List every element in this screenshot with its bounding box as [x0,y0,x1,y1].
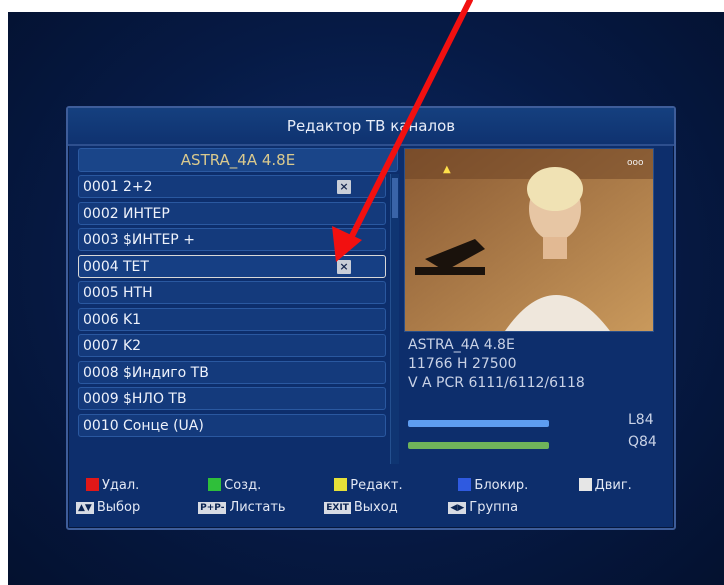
leftright-key-icon: ◀▶ [448,502,467,514]
channel-logo-icon: ooo [627,158,644,168]
exit-key-icon: EXIT [324,502,351,514]
legend-group[interactable]: ◀▶ Группа [448,500,518,515]
channel-number: 0008 [83,364,119,381]
channel-name: K1 [123,311,142,328]
legend-delete-label: Удал. [102,478,140,493]
signal-level-label: L84 [628,412,654,428]
legend-select-label: Выбор [96,500,141,515]
channel-number: 0010 [83,417,119,434]
warning-icon: ▲ [443,164,451,175]
channel-number: 0001 [83,179,119,195]
legend-select[interactable]: ▲▼ Выбор [76,500,194,515]
legend-exit[interactable]: EXIT Выход [324,500,444,515]
channel-name: ИНТЕР [123,205,170,222]
channel-editor-window: Редактор ТВ каналов ASTRA_4A 4.8E 0001 2+… [66,106,676,530]
channel-name: $ИНТЕР + [123,232,195,248]
signal-quality-label: Q84 [628,434,657,450]
delete-mark-icon: × [337,259,351,274]
channel-name: НТН [123,285,153,301]
tv-screen: Редактор ТВ каналов ASTRA_4A 4.8E 0001 2+… [8,12,724,585]
updown-key-icon: ▲▼ [76,502,94,514]
legend-row-nav: ▲▼ Выбор P+P- Листать EXIT Выход ◀▶ Группа [76,500,518,515]
channel-name: TET [123,258,149,275]
channel-number: 0006 [83,311,119,328]
legend-move-label: Двиг. [594,478,632,493]
window-title: Редактор ТВ каналов [68,108,674,146]
legend-page[interactable]: P+P- Листать [198,500,320,515]
channel-row[interactable]: 0002 ИНТЕР [78,201,386,225]
legend-edit-label: Редакт. [350,478,403,493]
channel-row[interactable]: 0004 TET × [78,254,386,278]
channel-number: 0007 [83,338,119,354]
legend-edit[interactable]: Редакт. [334,478,454,493]
channel-name: K2 [123,338,142,354]
channel-row[interactable]: 0006 K1 [78,307,386,331]
signal-quality-bar [408,442,550,449]
red-key-icon [86,478,99,491]
channel-row[interactable]: 0003 $ИНТЕР + [78,228,386,251]
legend-block[interactable]: Блокир. [458,478,574,493]
white-key-icon [578,478,592,491]
legend-move[interactable]: Двиг. [578,478,632,493]
info-pids: V A PCR 6111/6112/6118 [408,375,585,391]
legend-exit-label: Выход [353,500,398,515]
channel-number: 0009 [83,391,119,407]
video-preview: ▲ ooo [404,148,654,332]
channel-row[interactable]: 0001 2+2 × [78,175,386,198]
channel-scrollbar[interactable] [390,174,399,464]
scrollbar-thumb[interactable] [392,178,398,218]
legend-page-label: Листать [229,500,286,515]
channel-name: 2+2 [123,179,153,195]
info-frequency: 11766 H 27500 [408,356,517,372]
channel-number: 0005 [83,285,119,301]
blue-key-icon [458,478,472,491]
channel-row[interactable]: 0005 НТН [78,281,386,304]
channel-number: 0004 [83,258,119,275]
delete-mark-icon: × [337,180,351,194]
legend-block-label: Блокир. [474,478,529,493]
legend-group-label: Группа [469,500,519,515]
channel-name: Сонце (UA) [123,417,204,434]
legend-create-label: Созд. [224,478,262,493]
info-satellite: ASTRA_4A 4.8E [408,337,515,353]
legend-create[interactable]: Созд. [208,478,330,493]
channel-row[interactable]: 0009 $НЛО ТВ [78,387,386,410]
legend-delete[interactable]: Удал. [86,478,204,493]
yellow-key-icon [334,478,348,491]
channel-number: 0002 [83,205,119,222]
channel-number: 0003 [83,232,119,248]
channel-name: $НЛО ТВ [123,391,187,407]
channel-row[interactable]: 0008 $Индиго ТВ [78,360,386,384]
channel-row[interactable]: 0007 K2 [78,334,386,357]
channel-row[interactable]: 0010 Сонце (UA) [78,413,386,437]
green-key-icon [208,478,222,491]
legend-row-colors: Удал. Созд. Редакт. Блокир. Двиг. [86,478,632,493]
channel-name: $Индиго ТВ [123,364,209,381]
satellite-header: ASTRA_4A 4.8E [78,148,398,172]
page-key-icon: P+P- [198,502,227,514]
preview-image: ▲ ooo [405,149,653,331]
signal-level-bar [408,420,550,427]
